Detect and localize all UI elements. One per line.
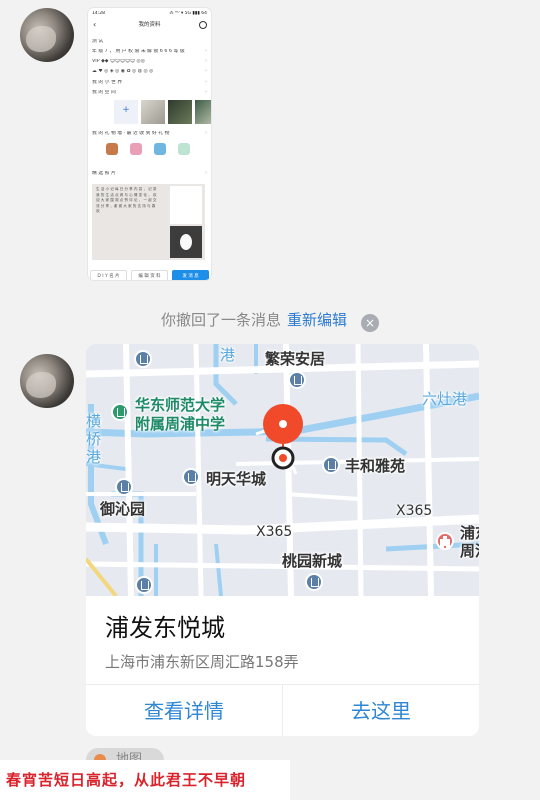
photo-thumb (168, 100, 192, 124)
location-poi-icon (135, 576, 153, 594)
building-poi-icon (115, 478, 133, 496)
location-info: 浦发东悦城 上海市浦东新区周汇路158弄 (86, 596, 479, 684)
building-poi-icon (288, 371, 306, 389)
gift-icon (154, 143, 166, 155)
thumb-gifts (106, 143, 190, 155)
thumb-bunny-image (170, 226, 202, 258)
map-label: 港 (86, 448, 102, 466)
view-details-button[interactable]: 查看详情 (86, 685, 282, 736)
thumb-name: 测 试 (92, 39, 104, 44)
building-poi-icon (134, 350, 152, 368)
thumb-diy-button: D I Y 名 片 (90, 270, 127, 280)
location-pin-icon (263, 404, 303, 476)
thumb-edit-button: 编 辑 资 料 (131, 270, 168, 280)
map-label: 六灶港 (422, 390, 468, 408)
map-label: 周浦 (460, 542, 479, 560)
close-icon[interactable]: × (361, 314, 380, 332)
poem-watermark: 春宵苦短日高起，从此君王不早朝 (0, 760, 290, 800)
building-poi-icon (305, 573, 323, 591)
navigate-here-button[interactable]: 去这里 (282, 685, 479, 736)
thumb-line-4: 我 的 小 世 界 › (92, 80, 207, 85)
add-photo-icon: + (114, 100, 138, 124)
thumb-line-6: 我 的 礼 物 墙 · 最 近 收 到 好 礼 物 › (92, 131, 207, 136)
screenshot-image-message[interactable]: 14:28 ⁂ ᴴᴰ ▾ 5G ▮▮▮ 64 ‹ 我的资料 测 试 年 级 7 … (88, 8, 211, 280)
map-label: 明天华城 (206, 470, 267, 488)
location-name: 浦发东悦城 (105, 614, 225, 642)
thumb-buttons: D I Y 名 片 编 辑 资 料 发 消 息 (90, 270, 209, 280)
re-edit-link[interactable]: 重新编辑 (287, 311, 347, 329)
photo-thumb (141, 100, 165, 124)
map-label: 桃园新城 (282, 552, 343, 570)
map-label: X365 (256, 524, 293, 540)
thumb-chat-image (170, 186, 202, 224)
thumb-photos: + (114, 100, 211, 124)
thumb-line-5: 我 的 空 间 › (92, 90, 207, 95)
school-poi-icon (111, 403, 129, 421)
thumb-post: 生 活 小 记 每 日 分 享 内 容 ， 记 录 我 的 生 活 点 滴 与 … (92, 184, 205, 260)
gift-icon (106, 143, 118, 155)
map-preview[interactable]: 港 繁荣安居 华东师范大学 附属周浦中学 六灶港 丰和雅苑 横 桥 港 明天华城… (86, 344, 479, 596)
more-icon (199, 21, 207, 29)
map-label: 御沁园 (100, 500, 146, 518)
building-poi-icon (322, 456, 340, 474)
sender-avatar[interactable] (20, 8, 74, 62)
photo-thumb (195, 100, 211, 124)
recall-text: 你撤回了一条消息 (160, 311, 281, 329)
thumb-line-2: VIP ◆◆ 😊😊😊😊😊 ◎◎ › (92, 59, 207, 64)
map-label: 华东师范大学 (135, 396, 226, 414)
gift-icon (178, 143, 190, 155)
thumb-line-7: 精 选 照 片 › (92, 171, 207, 176)
gift-icon (130, 143, 142, 155)
map-label: 繁荣安居 (265, 350, 326, 368)
map-label: 港 (220, 346, 236, 364)
thumb-line-1: 年 级 7 ， 用 户 权 限 未 解 锁 6 6 6 等 级 › (92, 49, 207, 54)
location-card[interactable]: 港 繁荣安居 华东师范大学 附属周浦中学 六灶港 丰和雅苑 横 桥 港 明天华城… (86, 344, 479, 736)
recall-notice: 你撤回了一条消息 重新编辑 × (0, 309, 540, 332)
building-poi-icon (182, 468, 200, 486)
location-actions: 查看详情 去这里 (86, 684, 479, 736)
map-label: 丰和雅苑 (345, 457, 406, 475)
location-address: 上海市浦东新区周汇路158弄 (105, 653, 299, 671)
thumb-post-text: 生 活 小 记 每 日 分 享 内 容 ， 记 录 我 的 生 活 点 滴 与 … (96, 187, 157, 214)
thumb-title-bar: ‹ 我的资料 (92, 20, 207, 32)
thumb-message-button: 发 消 息 (172, 270, 209, 280)
hospital-poi-icon (436, 532, 454, 550)
map-label: X365 (396, 503, 433, 519)
sender-avatar[interactable] (20, 354, 74, 408)
thumb-line-3: ☁ ♥ ◎ ◈ ◎ ◉ ✿ ◎ ◍ ◎ ◎ › (92, 69, 207, 74)
thumb-status-bar: 14:28 ⁂ ᴴᴰ ▾ 5G ▮▮▮ 64 (92, 11, 207, 16)
map-label: 附属周浦中学 (135, 415, 226, 433)
